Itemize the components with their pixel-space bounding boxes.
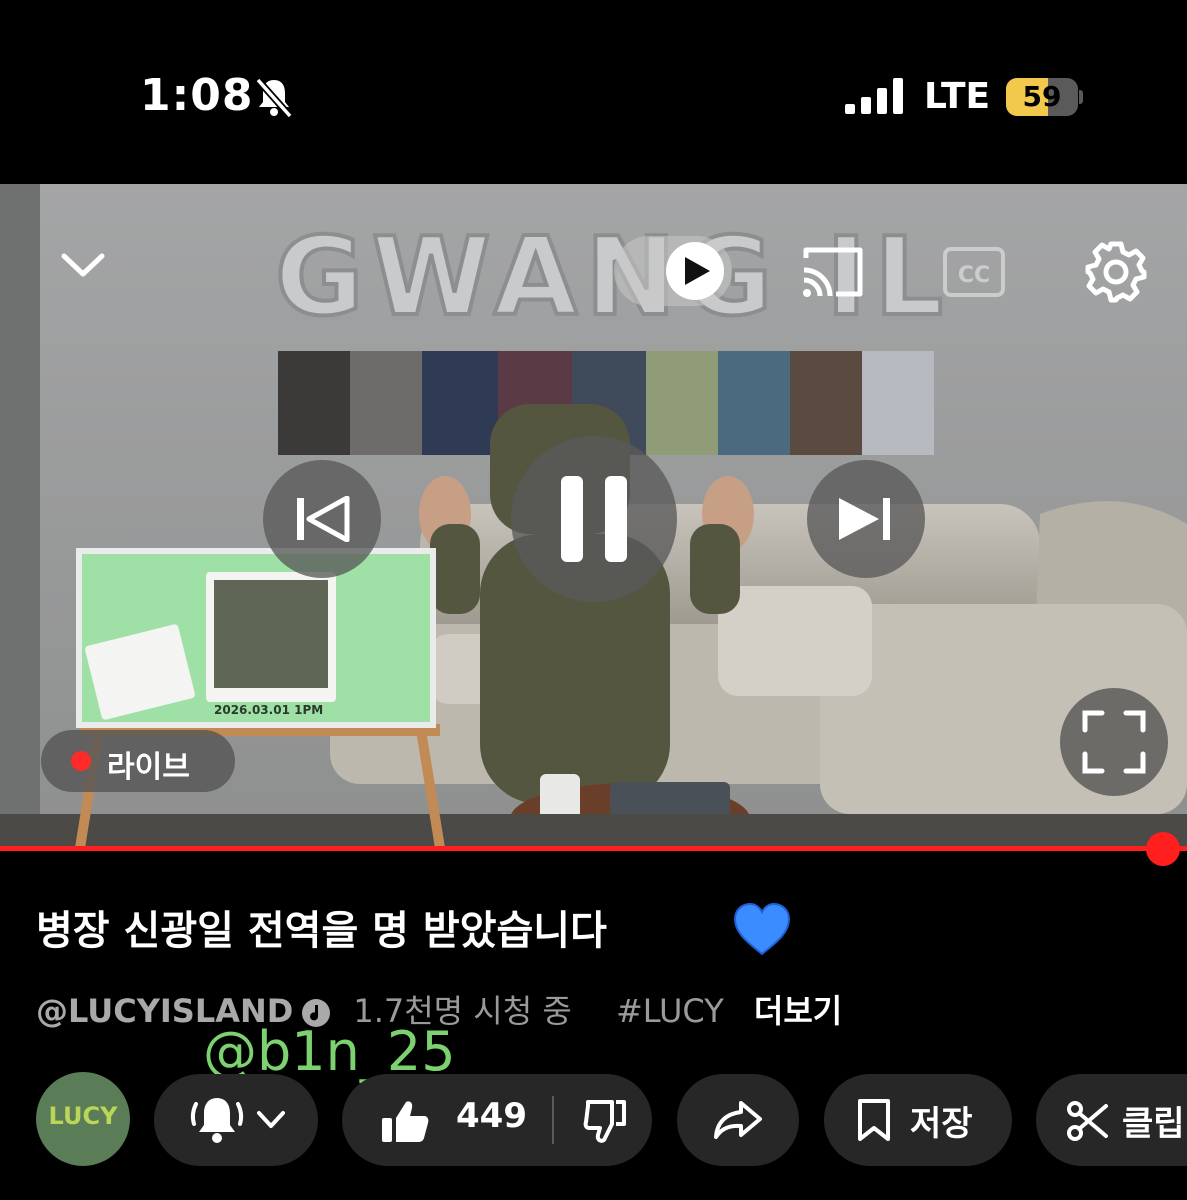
- collapse-chevron-icon[interactable]: [60, 248, 106, 282]
- fullscreen-icon: [1082, 710, 1146, 774]
- scissors-icon: [1067, 1101, 1108, 1141]
- avatar-logo-text: LUCY: [48, 1102, 118, 1130]
- skip-next-icon: [839, 498, 890, 540]
- thumbs-down-icon[interactable]: [582, 1098, 628, 1144]
- notification-bell-button[interactable]: [154, 1074, 318, 1166]
- status-time: 1:08: [140, 70, 254, 121]
- pause-icon: [561, 476, 627, 562]
- clip-label: 클립: [1122, 1104, 1185, 1144]
- battery-icon: 59: [1006, 78, 1083, 116]
- chevron-down-icon: [257, 1111, 285, 1128]
- bell-ringing-icon: [190, 1098, 244, 1143]
- captions-icon[interactable]: CC: [942, 246, 1006, 298]
- hashtag-link[interactable]: #LUCY: [616, 992, 724, 1030]
- cast-icon[interactable]: [800, 244, 866, 300]
- bookmark-icon: [858, 1099, 890, 1141]
- status-bar: 1:08 LTE 59: [0, 0, 1187, 184]
- network-type: LTE: [924, 76, 991, 117]
- share-arrow-icon: [714, 1101, 762, 1139]
- bell-off-icon: [255, 77, 293, 118]
- svg-text:CC: CC: [958, 263, 990, 288]
- pause-button[interactable]: [511, 436, 677, 602]
- blue-heart-icon: [733, 902, 791, 956]
- progress-scrubber[interactable]: [1146, 832, 1180, 866]
- fullscreen-button[interactable]: [1060, 688, 1168, 796]
- clip-button[interactable]: 클립: [1036, 1074, 1187, 1166]
- live-badge[interactable]: 라이브: [41, 730, 235, 792]
- next-button[interactable]: [807, 460, 925, 578]
- play-icon: [685, 257, 710, 285]
- thumbs-up-icon[interactable]: [380, 1098, 430, 1144]
- video-player[interactable]: GWANG IL 2026.03.01 1PM CC 라이브: [0, 184, 1187, 848]
- signal-icon: [845, 78, 903, 114]
- settings-gear-icon[interactable]: [1084, 240, 1148, 304]
- previous-button[interactable]: [263, 460, 381, 578]
- live-label: 라이브: [107, 750, 190, 785]
- save-button[interactable]: 저장: [824, 1074, 1012, 1166]
- like-count[interactable]: 449: [456, 1096, 527, 1136]
- like-dislike-group: 449: [342, 1074, 652, 1166]
- live-dot-icon: [71, 751, 91, 771]
- autoplay-toggle[interactable]: [614, 236, 732, 306]
- share-button[interactable]: [677, 1074, 799, 1166]
- screen-date: 2026.03.01 1PM: [214, 703, 323, 717]
- video-title: 병장 신광일 전역을 명 받았습니다: [36, 908, 607, 954]
- save-label: 저장: [910, 1104, 973, 1144]
- more-link[interactable]: 더보기: [754, 992, 842, 1030]
- progress-bar[interactable]: [0, 846, 1187, 851]
- like-divider: [552, 1096, 554, 1144]
- channel-avatar[interactable]: LUCY: [36, 1072, 130, 1166]
- battery-percent: 59: [1022, 80, 1062, 113]
- skip-previous-icon: [297, 496, 350, 542]
